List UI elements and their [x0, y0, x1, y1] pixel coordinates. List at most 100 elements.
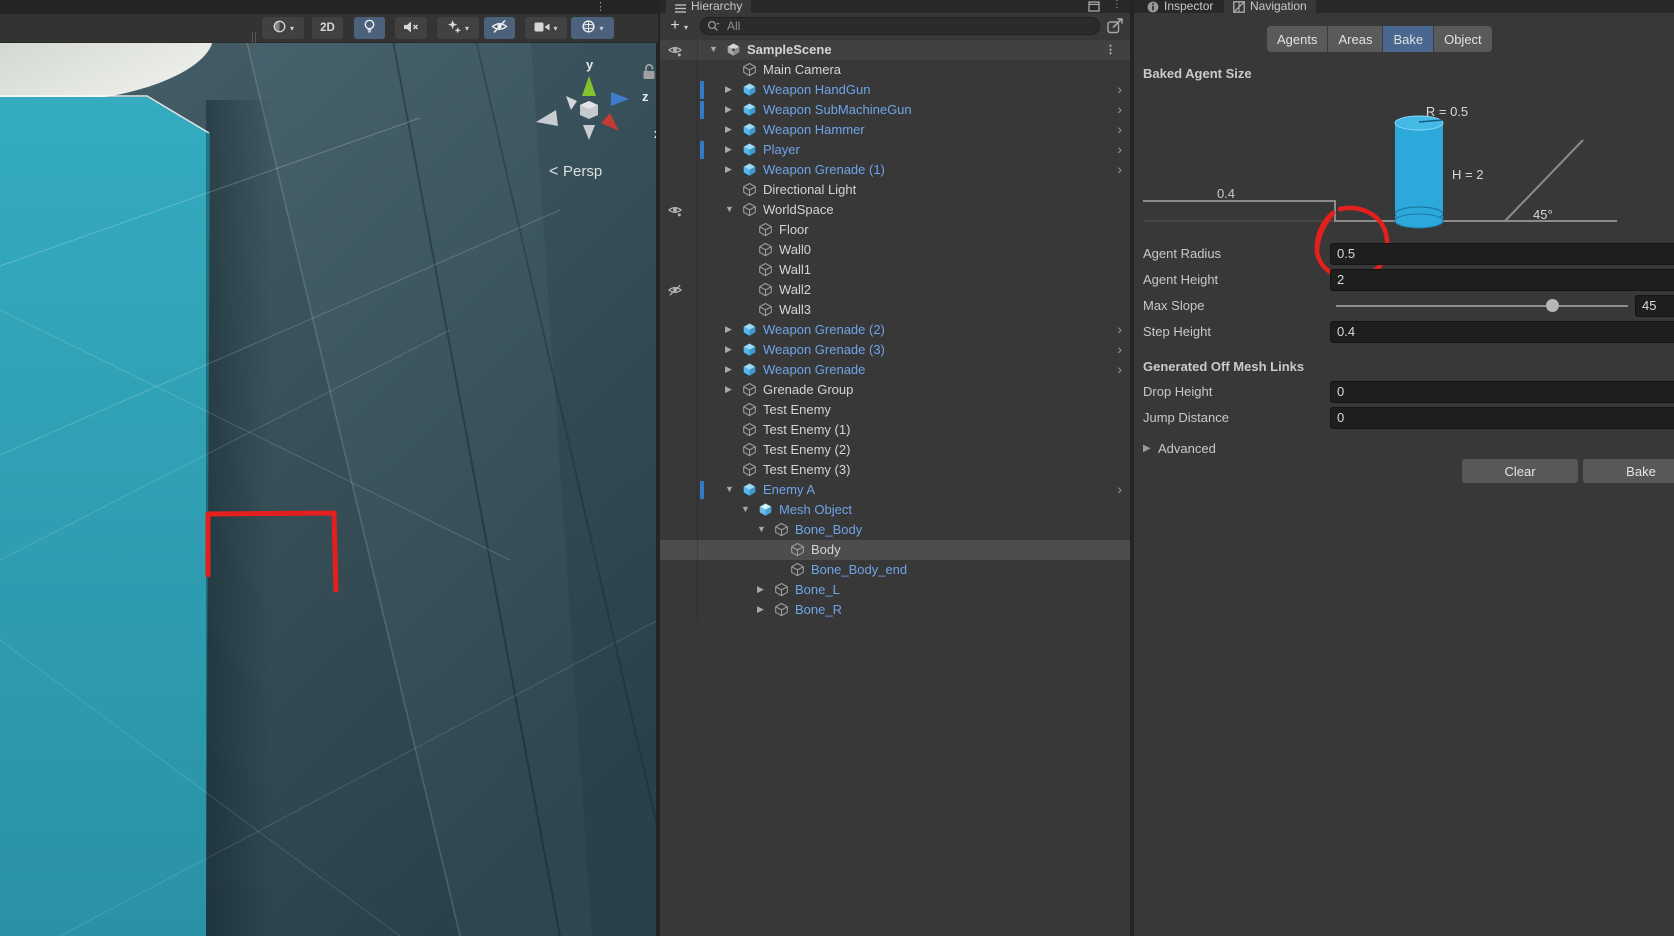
add-dropdown-caret-icon[interactable]: ▾	[684, 23, 688, 32]
pick-object-icon[interactable]	[1107, 18, 1124, 34]
prefab-chevron-icon[interactable]: ›	[1117, 361, 1122, 377]
hierarchy-row[interactable]: ▶Weapon Grenade (3)›	[660, 340, 1130, 360]
visibility-eye-icon[interactable]	[667, 203, 683, 221]
prefab-chevron-icon[interactable]: ›	[1117, 161, 1122, 177]
scene-viewport[interactable]: y z x < Persp ⋮ ▾ 2D ▾ ▾ ▾	[0, 0, 658, 936]
scene-lighting-button[interactable]	[354, 17, 385, 39]
bake-button[interactable]: Bake	[1583, 459, 1674, 483]
foldout-closed-icon[interactable]: ▶	[725, 324, 732, 335]
prefab-chevron-icon[interactable]: ›	[1117, 341, 1122, 357]
camera-settings-button[interactable]: ▾	[525, 17, 567, 39]
hierarchy-row[interactable]: ▶Weapon HandGun›	[660, 80, 1130, 100]
hierarchy-row[interactable]: Wall1	[660, 260, 1130, 280]
dropdown-caret-icon[interactable]: ▾	[599, 24, 603, 33]
tab-hierarchy[interactable]: Hierarchy	[666, 0, 751, 13]
scene-gizmos-button[interactable]: ▾	[571, 17, 614, 39]
hierarchy-row[interactable]: Main Camera	[660, 60, 1130, 80]
hierarchy-row[interactable]: ▶Weapon Hammer›	[660, 120, 1130, 140]
prefab-chevron-icon[interactable]: ›	[1117, 101, 1122, 117]
hierarchy-row[interactable]: Test Enemy (2)	[660, 440, 1130, 460]
clear-button[interactable]: Clear	[1462, 459, 1578, 483]
hierarchy-row[interactable]: Test Enemy (3)	[660, 460, 1130, 480]
agent-height-field[interactable]: 2	[1330, 269, 1674, 291]
tab-inspector[interactable]: Inspector	[1138, 0, 1222, 13]
foldout-closed-icon[interactable]: ▶	[725, 104, 732, 115]
hierarchy-row[interactable]: ▶Weapon Grenade (2)›	[660, 320, 1130, 340]
shading-mode-button[interactable]: ▾	[262, 17, 304, 39]
mode-tab-agents[interactable]: Agents	[1267, 26, 1328, 52]
effects-button[interactable]: ▾	[437, 17, 479, 39]
hierarchy-row[interactable]: ▶Weapon Grenade (1)›	[660, 160, 1130, 180]
foldout-open-icon[interactable]: ▼	[725, 484, 734, 494]
foldout-closed-icon[interactable]: ▶	[725, 84, 732, 95]
maximize-window-icon[interactable]	[1088, 1, 1100, 12]
tab-navigation[interactable]: Navigation	[1224, 0, 1316, 13]
foldout-closed-icon[interactable]: ▶	[757, 604, 764, 615]
hierarchy-row[interactable]: ▶Weapon Grenade›	[660, 360, 1130, 380]
prefab-chevron-icon[interactable]: ›	[1117, 481, 1122, 497]
advanced-foldout-icon[interactable]: ▶	[1143, 443, 1151, 454]
scene-3d-canvas[interactable]: y z x < Persp	[0, 0, 658, 936]
agent-radius-field[interactable]: 0.5	[1330, 243, 1674, 265]
hierarchy-row[interactable]: ▶Player›	[660, 140, 1130, 160]
hierarchy-row[interactable]: Wall0	[660, 240, 1130, 260]
hierarchy-row[interactable]: Wall2	[660, 280, 1130, 300]
visibility-eye-icon[interactable]	[667, 43, 683, 61]
hierarchy-row[interactable]: Directional Light	[660, 180, 1130, 200]
hierarchy-row[interactable]: ▼SampleScene⋮	[660, 40, 1130, 60]
hierarchy-row[interactable]: Wall3	[660, 300, 1130, 320]
step-height-field[interactable]: 0.4	[1330, 321, 1674, 343]
hierarchy-row[interactable]: Body	[660, 540, 1130, 560]
hierarchy-row[interactable]: Bone_Body_end	[660, 560, 1130, 580]
foldout-open-icon[interactable]: ▼	[725, 204, 734, 214]
dropdown-caret-icon[interactable]: ▾	[290, 24, 294, 33]
advanced-foldout-label[interactable]: Advanced	[1158, 441, 1216, 456]
hierarchy-row[interactable]: ▼Bone_Body	[660, 520, 1130, 540]
audio-mute-button[interactable]	[395, 17, 427, 39]
kebab-menu-icon[interactable]: ⋮	[1105, 43, 1116, 56]
hierarchy-row[interactable]: ▶Bone_L	[660, 580, 1130, 600]
hierarchy-row[interactable]: ▼WorldSpace	[660, 200, 1130, 220]
foldout-closed-icon[interactable]: ▶	[725, 164, 732, 175]
prefab-chevron-icon[interactable]: ›	[1117, 121, 1122, 137]
2d-toggle-button[interactable]: 2D	[312, 17, 343, 39]
hierarchy-row[interactable]: Test Enemy	[660, 400, 1130, 420]
add-object-button[interactable]: +	[666, 17, 684, 35]
prefab-chevron-icon[interactable]: ›	[1117, 321, 1122, 337]
mode-tab-areas[interactable]: Areas	[1328, 26, 1383, 52]
hierarchy-row[interactable]: ▶Grenade Group	[660, 380, 1130, 400]
projection-label[interactable]: Persp	[563, 163, 602, 180]
foldout-open-icon[interactable]: ▼	[709, 44, 718, 54]
max-slope-field[interactable]: 45	[1635, 295, 1674, 317]
foldout-closed-icon[interactable]: ▶	[725, 364, 732, 375]
drop-height-field[interactable]: 0	[1330, 381, 1674, 403]
hierarchy-row[interactable]: Test Enemy (1)	[660, 420, 1130, 440]
search-input[interactable]	[700, 17, 1100, 35]
max-slope-slider-handle[interactable]	[1546, 299, 1559, 312]
foldout-closed-icon[interactable]: ▶	[725, 124, 732, 135]
foldout-closed-icon[interactable]: ▶	[725, 384, 732, 395]
jump-distance-field[interactable]: 0	[1330, 407, 1674, 429]
foldout-closed-icon[interactable]: ▶	[725, 144, 732, 155]
foldout-closed-icon[interactable]: ▶	[757, 584, 764, 595]
hierarchy-row[interactable]: ▼Mesh Object	[660, 500, 1130, 520]
mode-tab-bake[interactable]: Bake	[1383, 26, 1434, 52]
foldout-open-icon[interactable]: ▼	[757, 524, 766, 534]
kebab-menu-icon[interactable]: ⋮	[1112, 0, 1122, 10]
prefab-chevron-icon[interactable]: ›	[1117, 81, 1122, 97]
dropdown-caret-icon[interactable]: ▾	[465, 24, 469, 33]
hierarchy-row[interactable]: ▶Weapon SubMachineGun›	[660, 100, 1130, 120]
hierarchy-row[interactable]: ▶Bone_R	[660, 600, 1130, 620]
dropdown-caret-icon[interactable]: ▾	[553, 24, 557, 33]
hierarchy-row[interactable]: Floor	[660, 220, 1130, 240]
prefab-chevron-icon[interactable]: ›	[1117, 141, 1122, 157]
kebab-menu-icon[interactable]: ⋮	[595, 0, 606, 13]
hierarchy-row[interactable]: ▼Enemy A›	[660, 480, 1130, 500]
visibility-off-icon[interactable]	[667, 283, 683, 301]
teal-wall[interactable]	[0, 97, 210, 936]
max-slope-slider-track[interactable]	[1336, 305, 1628, 307]
foldout-open-icon[interactable]: ▼	[741, 504, 750, 514]
foldout-closed-icon[interactable]: ▶	[725, 344, 732, 355]
hidden-objects-button[interactable]	[484, 17, 515, 39]
mode-tab-object[interactable]: Object	[1434, 26, 1492, 52]
